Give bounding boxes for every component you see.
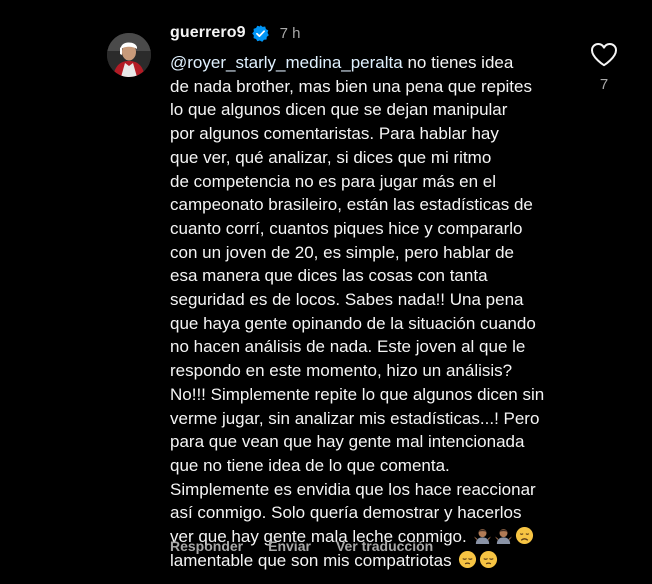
comment-line: campeonato brasileiro, están las estadís…	[170, 195, 533, 215]
comment-header: guerrero9 7 h	[170, 22, 300, 44]
pensive-face-emoji	[458, 550, 477, 569]
like-section: 7	[589, 42, 619, 93]
comment-line: con un joven de 20, es simple, pero habl…	[170, 242, 515, 262]
comment-line: No!!! Simplemente repite lo que algunos …	[170, 384, 545, 404]
pensive-face-emoji	[479, 550, 498, 569]
comment-line: de competencia no es para jugar más en e…	[170, 171, 497, 191]
comment-line: respondo en este momento, hizo un anális…	[170, 361, 513, 381]
comment-line: Simplemente es envidia que los hace reac…	[170, 479, 536, 499]
disappointed-face-emoji	[515, 526, 534, 545]
comment-text: @royer_starly_medina_peralta no tienes i…	[170, 51, 590, 572]
comment: guerrero9 7 h @royer_starly_medina_peral…	[0, 0, 652, 584]
comment-line: no hacen análisis de nada. Este joven al…	[170, 337, 526, 357]
comment-line: que haya gente opinando de la situación …	[170, 313, 536, 333]
comment-line: esa manera que dices las cosas con tanta	[170, 266, 488, 286]
heart-outline-icon[interactable]	[590, 42, 618, 67]
comment-line: así conmigo. Solo quería demostrar y hac…	[170, 503, 522, 523]
verified-badge-icon	[251, 24, 270, 43]
timestamp: 7 h	[279, 24, 301, 42]
comment-actions: Responder Enviar Ver traducción	[170, 538, 458, 554]
like-count: 7	[599, 76, 609, 93]
avatar[interactable]	[107, 33, 151, 77]
comment-line: que ver, qué analizar, si dices que mi r…	[170, 147, 492, 167]
mention-link[interactable]: @royer_starly_medina_peralta	[170, 53, 403, 72]
comment-line: @royer_starly_medina_peralta no tienes i…	[170, 51, 590, 75]
translate-button[interactable]: Ver traducción	[336, 538, 433, 554]
comment-line: de nada brother, mas bien una pena que r…	[170, 76, 532, 96]
person-shrugging-emoji	[473, 526, 492, 545]
comment-line: verme jugar, sin analizar mis estadístic…	[170, 408, 540, 428]
person-shrugging-emoji	[494, 526, 513, 545]
comment-line: cuanto corrí, cuantos piques hice y comp…	[170, 218, 523, 238]
comment-line: que no tiene idea de lo que comenta.	[170, 455, 450, 475]
reply-button[interactable]: Responder	[170, 538, 243, 554]
comment-line: lo que algunos dicen que se dejan manipu…	[170, 100, 508, 120]
send-button[interactable]: Enviar	[268, 538, 311, 554]
comment-line: para que vean que hay gente mal intencio…	[170, 432, 525, 452]
comment-line: seguridad es de locos. Sabes nada!! Una …	[170, 290, 524, 310]
comment-line-text: no tienes idea	[402, 53, 514, 72]
avatar-image	[107, 33, 151, 77]
username[interactable]: guerrero9	[170, 24, 246, 42]
comment-line: por algunos comentaristas. Para hablar h…	[170, 124, 499, 144]
